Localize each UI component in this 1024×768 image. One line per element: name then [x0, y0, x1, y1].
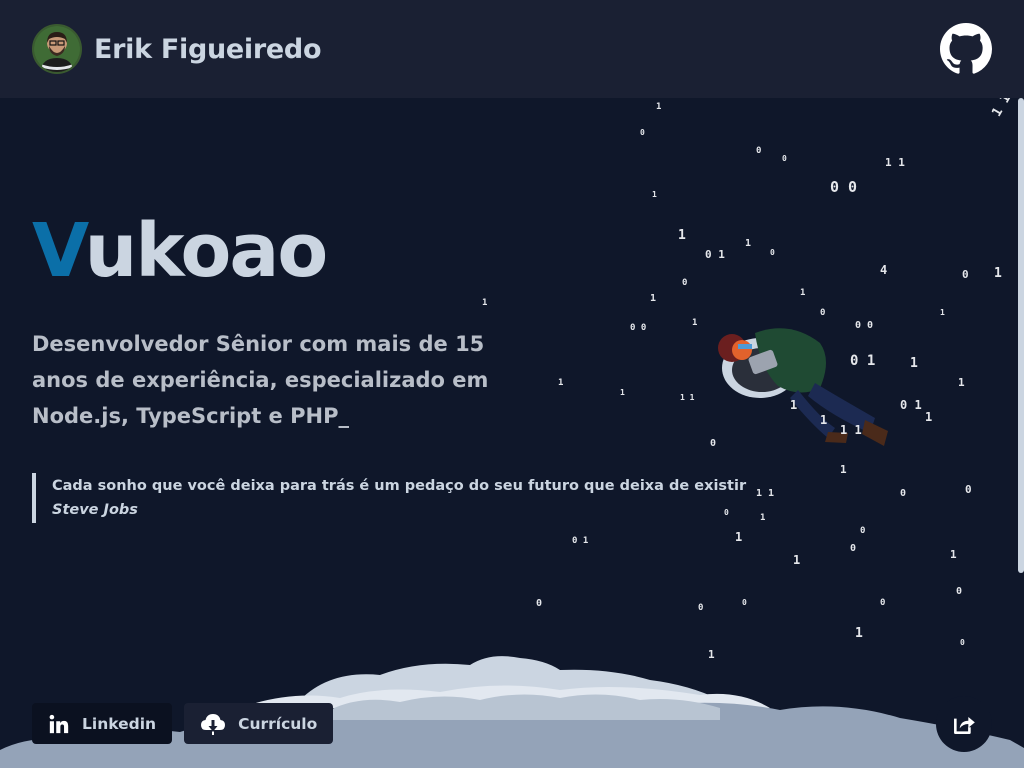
- share-button[interactable]: [936, 696, 992, 752]
- linkedin-button[interactable]: Linkedin: [32, 703, 173, 744]
- hero-title-accent: V: [32, 208, 87, 294]
- binary-background: 1 1 1 0 0 0 1 1 0 0 1 1 0 1 1 0 4 0 1 0 …: [460, 98, 1024, 698]
- share-icon: [954, 716, 975, 734]
- quote-text: Cada sonho que você deixa para trás é um…: [52, 478, 747, 494]
- brand[interactable]: Erik Figueiredo: [32, 24, 322, 74]
- curriculo-label: Currículo: [238, 714, 318, 733]
- hero-title: Vukoao: [32, 208, 329, 294]
- floating-developer-illustration: [718, 328, 888, 446]
- cloud-download-icon: [201, 713, 226, 735]
- hero-title-rest: ukoao: [84, 208, 329, 294]
- site-name: Erik Figueiredo: [94, 33, 322, 65]
- linkedin-icon: [49, 714, 69, 733]
- top-bar: Erik Figueiredo: [0, 0, 1024, 98]
- action-buttons: Linkedin Currículo: [32, 703, 334, 744]
- linkedin-label: Linkedin: [82, 714, 157, 733]
- avatar: [32, 24, 82, 74]
- github-icon[interactable]: [940, 23, 992, 75]
- curriculo-button[interactable]: Currículo: [184, 703, 334, 744]
- quote-author: Steve Jobs: [52, 502, 138, 518]
- hero-subtitle: Desenvolvedor Sênior com mais de 15 anos…: [32, 332, 489, 428]
- scrollbar[interactable]: [1018, 98, 1024, 573]
- quote-block: Cada sonho que você deixa para trás é um…: [32, 473, 746, 523]
